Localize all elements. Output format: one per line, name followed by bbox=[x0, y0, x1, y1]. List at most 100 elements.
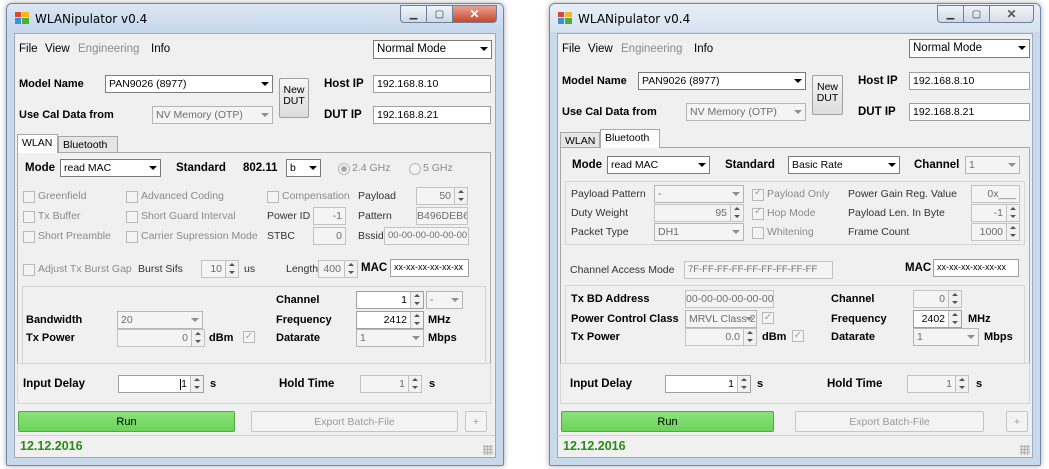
close-icon[interactable]: ✕ bbox=[452, 5, 497, 23]
packet-type-select[interactable]: DH1 bbox=[654, 223, 744, 241]
bt-frequency-spinner[interactable]: 2402 bbox=[913, 310, 962, 328]
minimize-icon[interactable]: ▁ bbox=[400, 5, 427, 23]
bt-txpower-check[interactable]: ✓ bbox=[792, 330, 804, 342]
payload-value: 50 bbox=[439, 190, 451, 202]
payload-len-spinner[interactable]: -1 bbox=[971, 204, 1020, 222]
power-class-select[interactable]: MRVL Class 2 bbox=[685, 310, 757, 328]
cal-select-b[interactable]: NV Memory (OTP) bbox=[686, 103, 806, 121]
mac-input[interactable]: xx-xx-xx-xx-xx-xx bbox=[390, 259, 469, 277]
menu-info[interactable]: Info bbox=[694, 43, 713, 55]
tab-wlan[interactable]: WLAN bbox=[17, 134, 58, 153]
access-mode-input[interactable]: 7F-FF-FF-FF-FF-FF-FF-FF-FF bbox=[684, 261, 833, 279]
host-ip-input-b[interactable]: 192.168.8.10 bbox=[909, 72, 1030, 90]
whitening-check[interactable]: Whitening bbox=[752, 226, 814, 239]
dut-ip-input-b[interactable]: 192.168.8.21 bbox=[909, 103, 1030, 121]
txpower-check[interactable]: ✓ bbox=[243, 331, 255, 343]
bt-input-delay-label: Input Delay bbox=[570, 378, 632, 390]
power-class-check[interactable]: ✓ bbox=[762, 312, 774, 324]
menu-engineering[interactable]: Engineering bbox=[78, 43, 139, 55]
tab-bluetooth[interactable]: Bluetooth bbox=[58, 136, 118, 152]
burst-sifs-spinner[interactable]: 10 bbox=[201, 260, 239, 278]
payload-spinner[interactable]: 50 bbox=[416, 187, 468, 205]
short-preamble-check[interactable]: Short Preamble bbox=[23, 230, 111, 243]
datarate-select[interactable]: 1 bbox=[356, 329, 424, 347]
maximize-icon[interactable]: ▢ bbox=[963, 5, 990, 23]
wlan-mode-select[interactable]: read MAC bbox=[60, 159, 161, 177]
bt-mode-select[interactable]: read MAC bbox=[607, 156, 710, 174]
menu-file[interactable]: File bbox=[19, 43, 38, 55]
menu-engineering[interactable]: Engineering bbox=[621, 43, 682, 55]
power-gain-input[interactable]: 0x___ bbox=[971, 185, 1020, 203]
run-button[interactable]: Run bbox=[18, 411, 235, 432]
tx-buffer-check[interactable]: Tx Buffer bbox=[23, 210, 80, 223]
length-spinner[interactable]: 400 bbox=[318, 260, 358, 278]
bt-plus-button[interactable]: + bbox=[1006, 411, 1028, 432]
tx-bd-input[interactable]: 00-00-00-00-00-00 bbox=[685, 290, 774, 308]
bt-hold-time-spinner[interactable]: 1 bbox=[907, 375, 969, 393]
duty-weight-spinner[interactable]: 95 bbox=[654, 204, 744, 222]
bt-datarate-select[interactable]: 1 bbox=[913, 328, 979, 346]
host-ip-input[interactable]: 192.168.8.10 bbox=[373, 75, 491, 93]
title-bar[interactable]: WLANipulator v0.4 ▁ ▢ ✕ bbox=[7, 4, 503, 32]
input-delay-spinner[interactable]: 1 bbox=[118, 375, 204, 393]
pattern-input[interactable]: B496DEB6 bbox=[416, 207, 468, 225]
bandwidth-select[interactable]: 20 bbox=[117, 311, 203, 329]
menu-file[interactable]: File bbox=[562, 43, 581, 55]
hold-time-spinner[interactable]: 1 bbox=[360, 375, 422, 393]
power-id-input[interactable]: -1 bbox=[313, 207, 346, 225]
length-label: Length bbox=[286, 263, 319, 275]
new-dut-button[interactable]: New DUT bbox=[279, 78, 309, 118]
frame-count-spinner[interactable]: 1000 bbox=[971, 223, 1020, 241]
resize-grip-icon[interactable] bbox=[483, 445, 493, 455]
maximize-icon[interactable]: ▢ bbox=[426, 5, 453, 23]
mode-select-b[interactable]: Normal Mode bbox=[909, 39, 1030, 58]
hop-mode-check[interactable]: Hop Mode bbox=[752, 206, 815, 220]
minimize-icon[interactable]: ▁ bbox=[937, 5, 964, 23]
bt-channel2-spinner[interactable]: 0 bbox=[913, 290, 962, 308]
bluetooth-window: WLANipulator v0.4 ▁ ▢ ✕ File View Engine… bbox=[549, 3, 1041, 466]
short-gi-check[interactable]: Short Guard Interval bbox=[126, 210, 236, 223]
plus-button[interactable]: + bbox=[465, 411, 487, 432]
model-select-b[interactable]: PAN9026 (8977) bbox=[638, 72, 806, 90]
bt-txpower-spinner[interactable]: 0.0 bbox=[685, 328, 757, 346]
band-5-radio[interactable]: 5 GHz bbox=[409, 162, 453, 175]
advanced-coding-check[interactable]: Advanced Coding bbox=[126, 190, 224, 203]
export-button[interactable]: Export Batch-File bbox=[251, 411, 458, 432]
band-24-radio[interactable]: 2.4 GHz bbox=[338, 162, 391, 175]
payload-len-label: Payload Len. In Byte bbox=[848, 207, 945, 219]
model-select[interactable]: PAN9026 (8977) bbox=[105, 75, 273, 93]
mode-select[interactable]: Normal Mode bbox=[373, 40, 492, 59]
resize-grip-icon[interactable] bbox=[1020, 445, 1030, 455]
standard-value: b bbox=[290, 162, 296, 174]
menu-view[interactable]: View bbox=[588, 43, 613, 55]
bt-channel-select[interactable]: 1 bbox=[965, 156, 1020, 174]
menu-info[interactable]: Info bbox=[151, 43, 170, 55]
stbc-input[interactable]: 0 bbox=[313, 227, 346, 245]
bt-input-delay-spinner[interactable]: 1 bbox=[665, 375, 751, 393]
channel-sub-select[interactable]: - bbox=[426, 291, 463, 309]
tab-wlan-b[interactable]: WLAN bbox=[560, 132, 600, 148]
payload-pattern-select[interactable]: - bbox=[654, 185, 744, 203]
greenfield-check[interactable]: Greenfield bbox=[23, 190, 86, 203]
bt-run-button[interactable]: Run bbox=[561, 411, 774, 432]
bt-standard-select[interactable]: Basic Rate bbox=[788, 156, 900, 174]
dut-ip-input[interactable]: 192.168.8.21 bbox=[373, 106, 491, 124]
carrier-supp-check[interactable]: Carrier Supression Mode bbox=[126, 230, 258, 243]
tab-bluetooth-b[interactable]: Bluetooth bbox=[600, 129, 660, 148]
frequency-spinner[interactable]: 2412 bbox=[356, 311, 424, 329]
compensation-check[interactable]: Compensation bbox=[267, 190, 350, 203]
channel-spinner[interactable]: 1 bbox=[356, 291, 424, 309]
close-icon[interactable]: ✕ bbox=[989, 5, 1034, 23]
bt-export-button[interactable]: Export Batch-File bbox=[795, 411, 984, 432]
bssid-input[interactable]: 00-00-00-00-00-00 bbox=[384, 227, 469, 245]
txpower-spinner[interactable]: 0 bbox=[117, 329, 205, 347]
cal-select[interactable]: NV Memory (OTP) bbox=[152, 106, 273, 124]
adjust-tx-check[interactable]: Adjust Tx Burst Gap bbox=[23, 263, 132, 276]
standard-select[interactable]: b bbox=[286, 159, 321, 177]
title-bar-b[interactable]: WLANipulator v0.4 ▁ ▢ ✕ bbox=[550, 4, 1040, 32]
new-dut-button-b[interactable]: New DUT bbox=[812, 75, 843, 115]
payload-only-check[interactable]: Payload Only bbox=[752, 187, 829, 201]
input-delay-label: Input Delay bbox=[23, 378, 85, 390]
menu-view[interactable]: View bbox=[45, 43, 70, 55]
bt-mac-input[interactable]: xx-xx-xx-xx-xx-xx bbox=[933, 259, 1019, 277]
